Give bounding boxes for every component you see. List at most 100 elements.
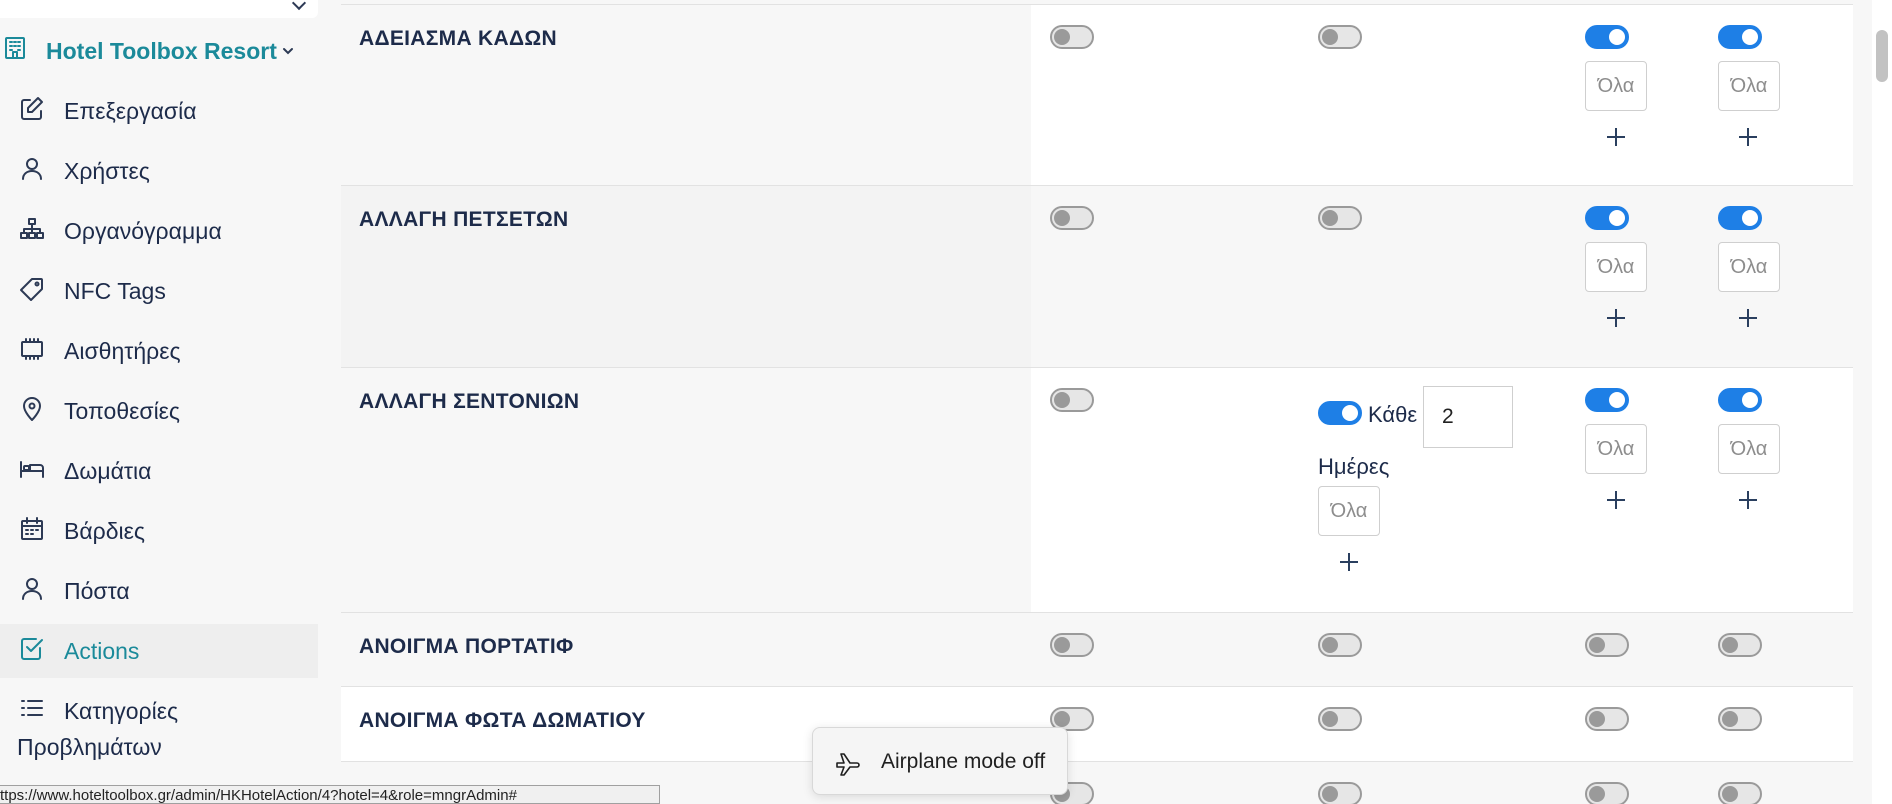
sidebar-item-label: Επεξεργασία [64, 98, 197, 124]
action-name: ΑΛΛΑΓΗ ΣΕΝΤΟΝΙΩΝ [359, 390, 580, 413]
sidebar-item-label: Οργανόγραμμα [64, 218, 222, 244]
every-days-input[interactable]: 2 [1423, 386, 1513, 448]
toggle-switch[interactable] [1318, 401, 1362, 425]
filter-input[interactable]: Όλα [1585, 424, 1647, 474]
table-row: ΑΔΕΙΑΣΜΑ ΚΑΔΩΝ Όλα Όλα [341, 4, 1853, 186]
toggle-switch[interactable] [1585, 206, 1629, 230]
sidebar-item-posts[interactable]: Πόστα [0, 564, 318, 616]
toggle-switch[interactable] [1718, 206, 1762, 230]
filter-input[interactable]: Όλα [1585, 61, 1647, 111]
action-name-cell: ΑΝΟΙΓΜΑ ΠΟΡΤΑΤΙΦ [341, 613, 1031, 687]
actions-table: ΑΔΕΙΑΣΜΑ ΚΑΔΩΝ Όλα Όλα ΑΛΛΑΓΗ ΠΕΤΣΕΤΩΝ Ό… [341, 4, 1853, 804]
filter-input[interactable]: Όλα [1318, 486, 1380, 536]
action-name-cell: ΑΛΛΑΓΗ ΣΕΝΤΟΝΙΩΝ [341, 368, 1031, 613]
toggle-switch[interactable] [1718, 782, 1762, 804]
sidebar: Hotel Toolbox Resort Επεξεργασία Χρήστες… [0, 0, 318, 804]
sidebar-item-label: Πόστα [64, 578, 130, 604]
sidebar-item-problem-categories[interactable]: Κατηγορίες Προβλημάτων [0, 684, 318, 774]
toggle-switch[interactable] [1718, 633, 1762, 657]
toggle-switch[interactable] [1318, 25, 1362, 49]
add-icon[interactable] [1606, 127, 1626, 147]
table-row: ΑΛΛΑΓΗ ΣΕΝΤΟΝΙΩΝ Κάθε 2 Ημέρες Όλα Όλα Ό… [341, 367, 1853, 613]
toggle-switch[interactable] [1585, 782, 1629, 804]
add-icon[interactable] [1606, 490, 1626, 510]
filter-input[interactable]: Όλα [1718, 424, 1780, 474]
user-menu-card[interactable] [0, 0, 318, 18]
toggle-switch[interactable] [1585, 633, 1629, 657]
action-name: ΑΔΕΙΑΣΜΑ ΚΑΔΩΝ [359, 27, 557, 50]
toggle-switch[interactable] [1585, 25, 1629, 49]
toggle-switch[interactable] [1585, 707, 1629, 731]
map-pin-icon [23, 397, 41, 421]
toggle-switch[interactable] [1318, 206, 1362, 230]
toggle-switch[interactable] [1050, 25, 1094, 49]
hotel-name: Hotel Toolbox Resort [46, 38, 277, 64]
list-icon [21, 700, 43, 716]
toggle-switch[interactable] [1050, 633, 1094, 657]
filter-input[interactable]: Όλα [1718, 242, 1780, 292]
chevron-down-icon[interactable] [281, 44, 295, 58]
vertical-scrollbar[interactable] [1872, 0, 1892, 804]
table-row: ΑΛΛΑΓΗ ΠΕΤΣΕΤΩΝ Όλα Όλα [341, 185, 1853, 368]
filter-input[interactable]: Όλα [1718, 61, 1780, 111]
toggle-switch[interactable] [1050, 388, 1094, 412]
toggle-switch[interactable] [1318, 707, 1362, 731]
days-label: Ημέρες [1318, 454, 1390, 479]
toggle-switch[interactable] [1718, 707, 1762, 731]
add-icon[interactable] [1738, 308, 1758, 328]
sidebar-item-shifts[interactable]: Βάρδιες [0, 504, 318, 556]
user-icon [22, 158, 42, 180]
toggle-switch[interactable] [1718, 25, 1762, 49]
sensor-chip-icon [21, 338, 43, 360]
action-name: ΑΝΟΙΓΜΑ ΦΩΤΑ ΔΩΜΑΤΙΟΥ [359, 709, 646, 732]
org-chart-icon [20, 218, 44, 239]
filter-input[interactable]: Όλα [1585, 242, 1647, 292]
sidebar-item-label: Βάρδιες [64, 518, 145, 544]
sidebar-item-label: NFC Tags [64, 278, 166, 304]
sidebar-item-org-chart[interactable]: Οργανόγραμμα [0, 204, 318, 256]
toggle-switch[interactable] [1318, 782, 1362, 804]
toggle-switch[interactable] [1050, 206, 1094, 230]
calendar-icon [21, 517, 43, 540]
tag-icon [20, 278, 43, 301]
chevron-down-icon[interactable] [291, 0, 307, 11]
sidebar-item-users[interactable]: Χρήστες [0, 144, 318, 196]
user-icon [22, 578, 42, 600]
every-label: Κάθε [1368, 402, 1418, 427]
sidebar-item-label: Αισθητήρες [64, 338, 181, 364]
sidebar-item-actions[interactable]: Actions [0, 624, 318, 678]
checkbox-icon [21, 638, 43, 660]
sidebar-item-label: Τοποθεσίες [64, 398, 181, 424]
sidebar-item-nfc-tags[interactable]: NFC Tags [0, 264, 318, 316]
action-name-cell: ΑΛΛΑΓΗ ΠΕΤΣΕΤΩΝ [341, 186, 1031, 368]
sidebar-item-label-line2: Προβλημάτων [17, 734, 162, 760]
sidebar-item-sensors[interactable]: Αισθητήρες [0, 324, 318, 376]
add-icon[interactable] [1339, 552, 1359, 572]
table-row: ΑΝΟΙΓΜΑ ΠΟΡΤΑΤΙΦ [341, 612, 1853, 687]
sidebar-item-rooms[interactable]: Δωμάτια [0, 444, 318, 496]
bed-icon [20, 461, 44, 478]
add-icon[interactable] [1738, 127, 1758, 147]
action-name: ΑΝΟΙΓΜΑ ΠΟΡΤΑΤΙΦ [359, 635, 574, 658]
add-icon[interactable] [1606, 308, 1626, 328]
action-name: ΑΛΛΑΓΗ ΠΕΤΣΕΤΩΝ [359, 208, 569, 231]
toast-message: Airplane mode off [881, 750, 1046, 773]
sidebar-item-label: Actions [64, 638, 140, 664]
building-icon [5, 37, 25, 59]
scrollbar-thumb[interactable] [1876, 30, 1888, 82]
sidebar-item-label: Δωμάτια [64, 458, 152, 484]
airplane-icon [836, 753, 860, 776]
sidebar-item-edit[interactable]: Επεξεργασία [0, 84, 318, 136]
toggle-switch[interactable] [1718, 388, 1762, 412]
sidebar-item-label: Κατηγορίες [64, 698, 179, 724]
hotel-selector[interactable]: Hotel Toolbox Resort [0, 28, 318, 72]
sidebar-item-locations[interactable]: Τοποθεσίες [0, 384, 318, 436]
toggle-switch[interactable] [1585, 388, 1629, 412]
sidebar-item-label: Χρήστες [64, 158, 150, 184]
edit-icon [21, 97, 43, 120]
toggle-switch[interactable] [1318, 633, 1362, 657]
status-bar-url: ttps://www.hoteltoolbox.gr/admin/HKHotel… [0, 785, 660, 804]
add-icon[interactable] [1738, 490, 1758, 510]
action-name-cell: ΑΔΕΙΑΣΜΑ ΚΑΔΩΝ [341, 5, 1031, 186]
airplane-mode-toast: Airplane mode off [812, 727, 1068, 795]
